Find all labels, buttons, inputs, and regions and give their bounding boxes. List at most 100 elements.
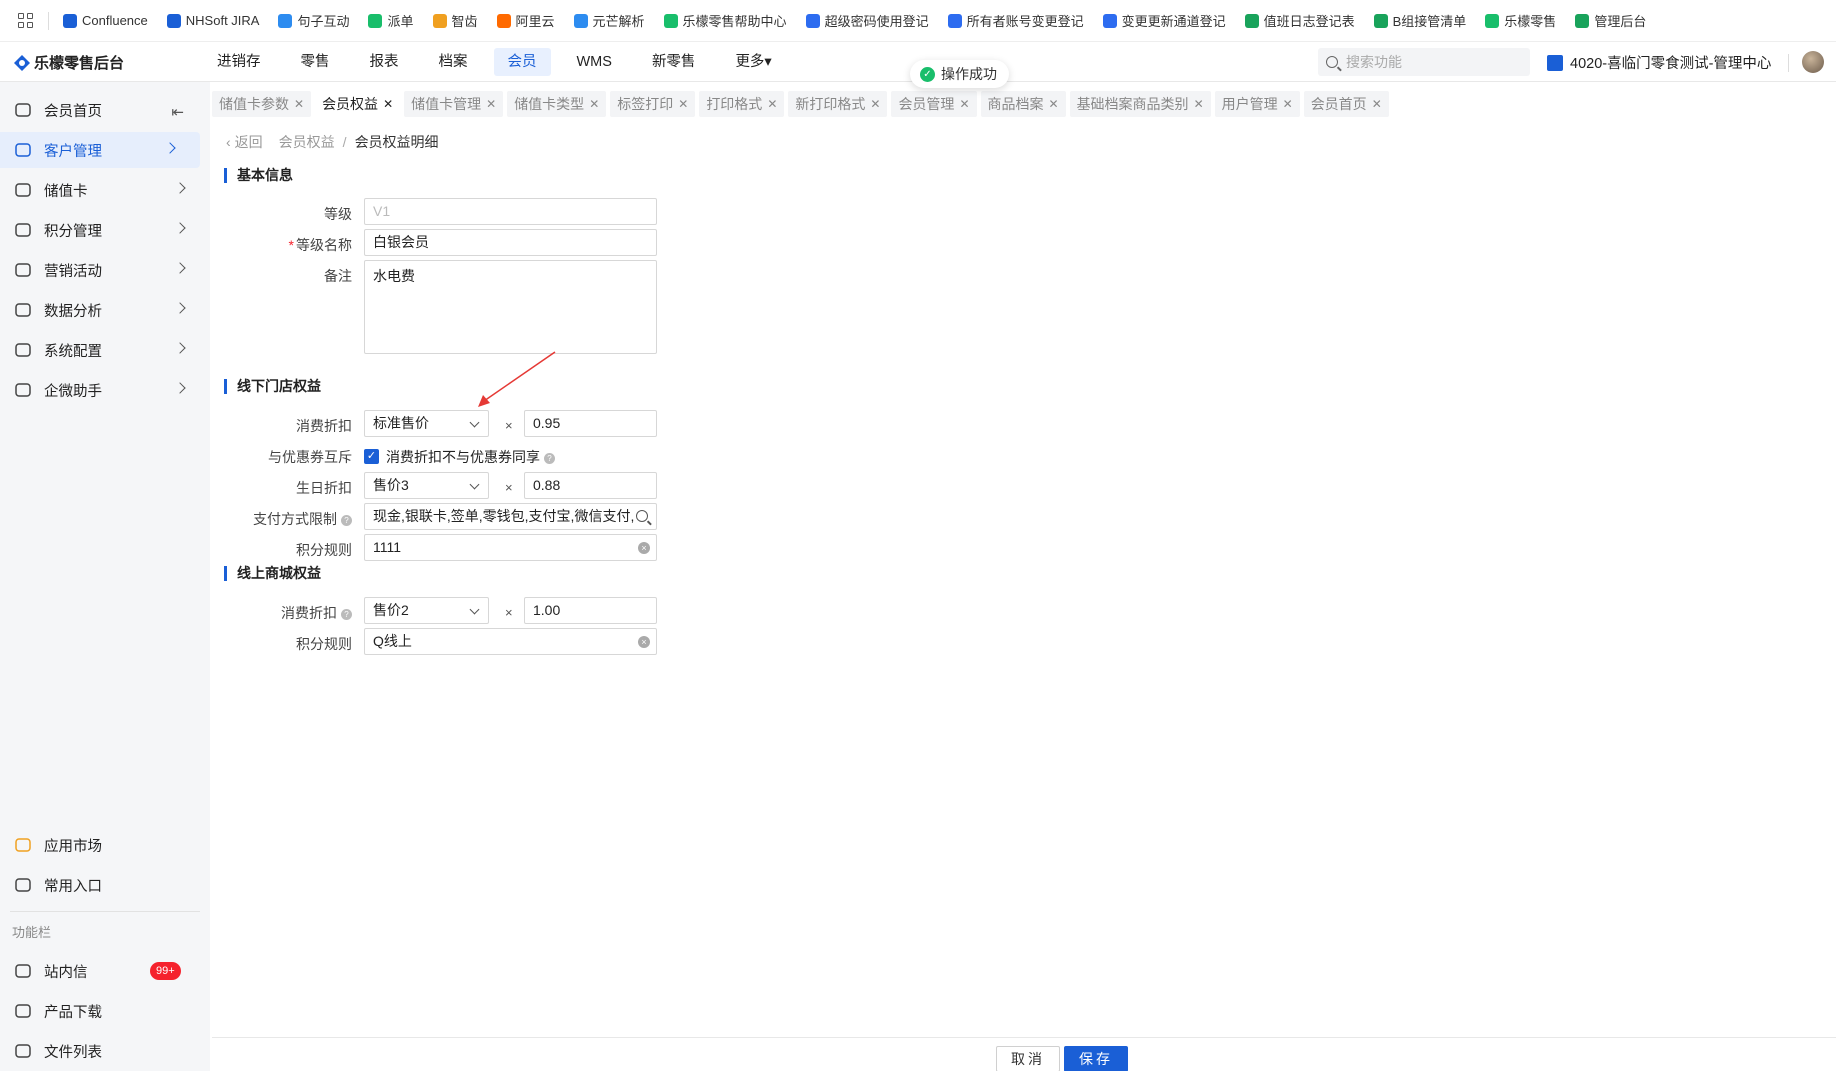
sidebar-item-label: 产品下载 xyxy=(44,1004,102,1021)
coupon-exclusive-checkbox[interactable]: ✓ xyxy=(364,449,379,464)
online-points-label: 积分规则 xyxy=(296,636,352,652)
bookmark-8[interactable]: 超级密码使用登记 xyxy=(805,11,929,30)
card-icon xyxy=(14,181,32,199)
remark-textarea[interactable]: 水电费 xyxy=(364,260,657,354)
tab-7[interactable]: 会员管理 ✕ xyxy=(891,91,977,117)
collapse-sidebar-icon[interactable]: ⇤ xyxy=(171,103,184,121)
sidebar-item-tool-2[interactable]: 文件列表 xyxy=(0,1033,210,1069)
birthday-discount-rate[interactable]: 0.88 xyxy=(524,472,657,499)
close-icon[interactable]: ✕ xyxy=(383,97,393,111)
top-nav-item-1[interactable]: 零售 xyxy=(287,48,344,76)
save-button[interactable]: 保存 xyxy=(1064,1046,1128,1071)
sidebar-item-label: 文件列表 xyxy=(44,1044,102,1061)
bookmark-4[interactable]: 智齿 xyxy=(432,11,478,30)
bookmark-6[interactable]: 元芒解析 xyxy=(573,11,645,30)
bookmark-3[interactable]: 派单 xyxy=(368,11,414,30)
bookmark-10[interactable]: 变更更新通道登记 xyxy=(1102,11,1226,30)
cancel-button[interactable]: 取消 xyxy=(996,1046,1060,1071)
online-discount-select[interactable]: 售价2 xyxy=(364,597,489,624)
bookmark-2[interactable]: 句子互动 xyxy=(278,11,349,30)
help-icon[interactable]: ? xyxy=(544,452,555,464)
close-icon[interactable]: ✕ xyxy=(1372,97,1382,111)
tab-1[interactable]: 会员权益 ✕ xyxy=(315,91,401,117)
bookmark-11[interactable]: 值班日志登记表 xyxy=(1244,11,1355,30)
clear-icon[interactable]: × xyxy=(638,636,650,648)
tab-0[interactable]: 储值卡参数 ✕ xyxy=(212,91,312,117)
bookmark-5[interactable]: 阿里云 xyxy=(496,11,555,30)
tab-2[interactable]: 储值卡管理 ✕ xyxy=(404,91,504,117)
sidebar-item-1[interactable]: 客户管理 xyxy=(0,132,200,168)
tab-4[interactable]: 标签打印 ✕ xyxy=(610,91,696,117)
close-icon[interactable]: ✕ xyxy=(959,97,969,111)
apps-grid-icon[interactable] xyxy=(18,12,34,29)
close-icon[interactable]: ✕ xyxy=(1049,97,1059,111)
top-nav-item-2[interactable]: 报表 xyxy=(356,48,413,76)
payment-methods-field[interactable]: 现金,银联卡,签单,零钱包,支付宝,微信支付, xyxy=(364,503,657,530)
sidebar-item-4[interactable]: 营销活动 xyxy=(0,252,210,288)
top-nav-item-7[interactable]: 更多▾ xyxy=(721,48,785,76)
bookmark-9[interactable]: 所有者账号变更登记 xyxy=(947,11,1084,30)
bookmark-1[interactable]: NHSoft JIRA xyxy=(166,13,259,28)
close-icon[interactable]: ✕ xyxy=(678,97,688,111)
jira-icon xyxy=(166,13,181,28)
app-logo[interactable]: 乐檬零售后台 xyxy=(14,52,124,73)
close-icon[interactable]: ✕ xyxy=(486,97,496,111)
bookmark-12[interactable]: B组接管清单 xyxy=(1373,11,1466,30)
search-icon[interactable] xyxy=(636,510,648,522)
bookmark-7[interactable]: 乐檬零售帮助中心 xyxy=(663,11,787,30)
tab-8[interactable]: 商品档案 ✕ xyxy=(980,91,1066,117)
close-icon[interactable]: ✕ xyxy=(589,97,599,111)
help-icon[interactable]: ? xyxy=(341,514,352,526)
offline-points-label: 积分规则 xyxy=(296,542,352,558)
top-nav-item-3[interactable]: 档案 xyxy=(425,48,482,76)
top-nav-item-4[interactable]: 会员 xyxy=(493,48,551,76)
sidebar-item-bottom-0[interactable]: 应用市场 xyxy=(0,827,210,863)
top-nav-item-6[interactable]: 新零售 xyxy=(638,48,710,76)
sidebar-item-5[interactable]: 数据分析 xyxy=(0,292,210,328)
sidebar-item-7[interactable]: 企微助手 xyxy=(0,372,210,408)
tab-3[interactable]: 储值卡类型 ✕ xyxy=(507,91,607,117)
sidebar-item-2[interactable]: 储值卡 xyxy=(0,172,210,208)
sidebar-item-3[interactable]: 积分管理 xyxy=(0,212,210,248)
tab-9[interactable]: 基础档案商品类别 ✕ xyxy=(1069,91,1211,117)
level-name-field[interactable]: 白银会员 xyxy=(364,229,657,256)
sidebar-item-0[interactable]: 会员首页 ⇤ xyxy=(0,92,210,128)
breadcrumb-parent[interactable]: 会员权益 xyxy=(279,132,335,152)
search-input[interactable]: 搜索功能 xyxy=(1318,48,1530,76)
close-icon[interactable]: ✕ xyxy=(870,97,880,111)
close-icon[interactable]: ✕ xyxy=(1194,97,1204,111)
offline-points-field[interactable]: 1111 × xyxy=(364,534,657,561)
download-icon xyxy=(14,1002,32,1020)
bookmark-13[interactable]: 乐檬零售 xyxy=(1485,11,1556,30)
tab-5[interactable]: 打印格式 ✕ xyxy=(699,91,785,117)
sidebar-item-tool-0[interactable]: 站内信 99+ xyxy=(0,953,210,989)
home-icon xyxy=(14,101,32,119)
help-icon[interactable]: ? xyxy=(341,608,352,620)
back-chevron-icon[interactable]: ‹ xyxy=(226,134,231,150)
close-icon[interactable]: ✕ xyxy=(767,97,777,111)
bookmark-0[interactable]: Confluence xyxy=(63,13,148,28)
tab-11[interactable]: 会员首页 ✕ xyxy=(1303,91,1389,117)
avatar[interactable] xyxy=(1802,51,1824,73)
back-link[interactable]: 返回 xyxy=(235,132,263,152)
sidebar-item-bottom-1[interactable]: 常用入口 xyxy=(0,867,210,903)
top-nav-item-0[interactable]: 进销存 xyxy=(203,48,275,76)
bookmarks-divider xyxy=(48,11,49,30)
mail-icon xyxy=(14,962,32,980)
close-icon[interactable]: ✕ xyxy=(1283,97,1293,111)
top-nav-item-5[interactable]: WMS xyxy=(563,48,626,76)
tab-label: 标签打印 xyxy=(617,96,674,112)
sidebar-item-tool-1[interactable]: 产品下载 xyxy=(0,993,210,1029)
birthday-discount-select[interactable]: 售价3 xyxy=(364,472,489,499)
app-title: 乐檬零售后台 xyxy=(34,55,125,72)
store-selector[interactable]: 4020-喜临门零食测试-管理中心 xyxy=(1547,52,1771,73)
tab-10[interactable]: 用户管理 ✕ xyxy=(1214,91,1300,117)
online-points-field[interactable]: Q线上 × xyxy=(364,628,657,655)
clear-icon[interactable]: × xyxy=(638,542,650,554)
tab-6[interactable]: 新打印格式 ✕ xyxy=(788,91,888,117)
sidebar-item-6[interactable]: 系统配置 xyxy=(0,332,210,368)
bookmark-14[interactable]: 管理后台 xyxy=(1575,11,1646,30)
bookmark-label: 元芒解析 xyxy=(592,14,645,29)
close-icon[interactable]: ✕ xyxy=(294,97,304,111)
online-discount-rate[interactable]: 1.00 xyxy=(524,597,657,624)
